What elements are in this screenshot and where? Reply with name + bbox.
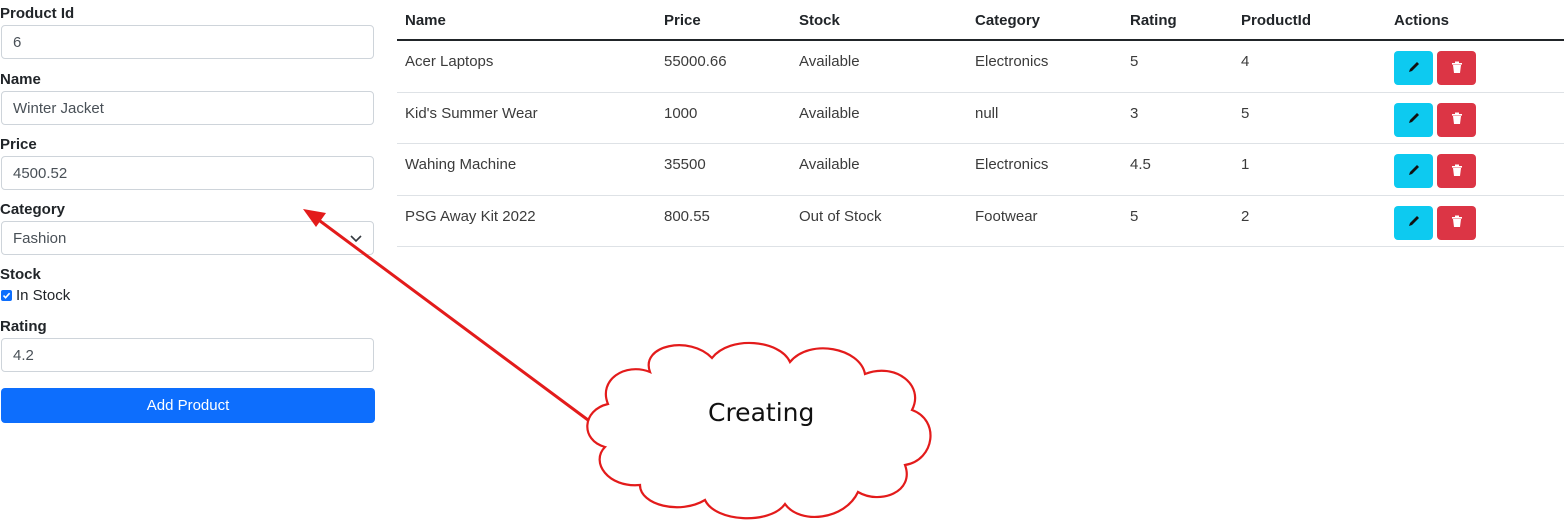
trash-icon [1450, 111, 1464, 128]
chevron-down-icon [350, 230, 362, 247]
cell-category: Electronics [975, 53, 1049, 70]
table-row: PSG Away Kit 2022 800.55 Out of Stock Fo… [397, 196, 1564, 247]
cell-product-id: 2 [1241, 207, 1250, 225]
header-rating: Rating [1130, 12, 1177, 29]
cell-price: 35500 [664, 156, 706, 173]
table-header: Name Price Stock Category Rating Product… [397, 0, 1564, 41]
rating-input[interactable] [1, 338, 374, 372]
cell-name: Wahing Machine [405, 156, 517, 173]
edit-button[interactable] [1394, 205, 1433, 240]
delete-button[interactable] [1437, 102, 1476, 137]
delete-button[interactable] [1437, 51, 1476, 85]
edit-button[interactable] [1394, 102, 1433, 137]
cell-product-id: 4 [1241, 53, 1250, 70]
cell-category: null [975, 104, 999, 122]
cell-price: 55000.66 [664, 53, 727, 70]
pencil-icon [1406, 59, 1422, 78]
pencil-icon [1406, 110, 1422, 129]
annotation-cloud [586, 341, 932, 520]
cell-product-id: 5 [1241, 104, 1250, 122]
header-product-id: ProductId [1241, 12, 1311, 29]
category-select[interactable]: Fashion [1, 221, 374, 255]
header-price: Price [664, 12, 701, 29]
table-row: Acer Laptops 55000.66 Available Electron… [397, 41, 1564, 93]
rating-label: Rating [0, 318, 47, 335]
trash-icon [1450, 60, 1464, 77]
cell-name: Kid's Summer Wear [405, 104, 538, 122]
name-label: Name [0, 71, 41, 88]
in-stock-checkbox-row[interactable]: In Stock [1, 287, 70, 304]
edit-button[interactable] [1394, 154, 1433, 188]
header-name: Name [405, 12, 446, 29]
name-input[interactable] [1, 91, 374, 125]
in-stock-label: In Stock [16, 287, 71, 304]
price-label: Price [0, 136, 37, 153]
cell-stock: Out of Stock [799, 207, 882, 225]
delete-button[interactable] [1437, 154, 1476, 188]
table-row: Kid's Summer Wear 1000 Available null 3 … [397, 93, 1564, 144]
cell-rating: 5 [1130, 53, 1139, 70]
table-row: Wahing Machine 35500 Available Electroni… [397, 144, 1564, 196]
products-table: Name Price Stock Category Rating Product… [397, 0, 1564, 247]
cell-price: 800.55 [664, 207, 710, 225]
cell-product-id: 1 [1241, 156, 1250, 173]
cell-rating: 3 [1130, 104, 1139, 122]
row-actions [1394, 51, 1476, 85]
in-stock-checkbox[interactable] [1, 290, 12, 301]
cell-category: Footwear [975, 207, 1038, 225]
pencil-icon [1406, 213, 1422, 232]
cell-stock: Available [799, 53, 860, 70]
cell-stock: Available [799, 156, 860, 173]
trash-icon [1450, 214, 1464, 231]
cell-category: Electronics [975, 156, 1049, 173]
trash-icon [1450, 163, 1464, 180]
cell-stock: Available [799, 104, 860, 122]
cell-rating: 4.5 [1130, 156, 1151, 173]
header-stock: Stock [799, 12, 840, 29]
cell-price: 1000 [664, 104, 698, 122]
pencil-icon [1406, 162, 1422, 181]
cell-name: PSG Away Kit 2022 [405, 207, 536, 225]
row-actions [1394, 205, 1476, 240]
header-category: Category [975, 12, 1041, 29]
category-label: Category [0, 201, 66, 218]
category-selected-value: Fashion [13, 229, 67, 247]
annotation-label: Creating [708, 398, 815, 427]
row-actions [1394, 154, 1476, 188]
cell-name: Acer Laptops [405, 53, 494, 70]
header-actions: Actions [1394, 12, 1450, 29]
price-input[interactable] [1, 156, 374, 190]
cell-rating: 5 [1130, 207, 1139, 225]
edit-button[interactable] [1394, 51, 1433, 85]
product-id-input[interactable] [1, 25, 374, 59]
stock-label: Stock [0, 266, 41, 283]
add-product-button[interactable]: Add Product [1, 388, 375, 423]
row-actions [1394, 102, 1476, 137]
delete-button[interactable] [1437, 205, 1476, 240]
product-id-label: Product Id [0, 5, 75, 22]
